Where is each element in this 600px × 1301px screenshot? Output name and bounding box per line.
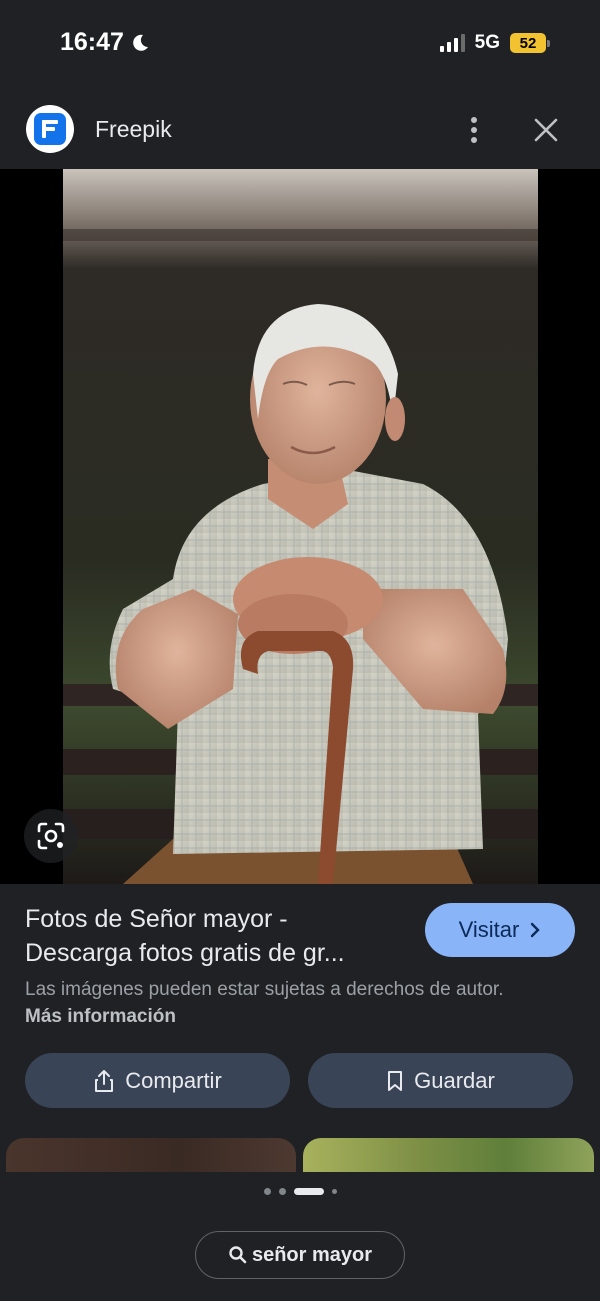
share-label: Compartir [125,1067,222,1093]
search-query: señor mayor [251,1243,373,1266]
result-photo[interactable] [63,169,538,884]
network-type: 5G [474,32,500,53]
bookmark-icon [388,1070,403,1091]
share-button[interactable]: Compartir [25,1053,290,1108]
copyright-notice: Las imágenes pueden estar sujetas a dere… [25,976,505,1030]
save-button[interactable]: Guardar [308,1053,573,1108]
pager-dot [331,1189,337,1194]
visit-button[interactable]: Visitar [425,903,575,957]
related-image-thumbnail[interactable] [6,1138,296,1174]
pager-dot [263,1188,271,1195]
battery-level: 52 [519,34,537,52]
pager-dots [0,1188,600,1195]
pager-dot [278,1188,286,1195]
result-title-line2: Descarga fotos gratis de gr... [25,939,345,967]
signal-icon [439,34,465,52]
google-lens-icon [37,822,65,850]
moon-icon [133,34,148,51]
status-time-group: 16:47 [60,28,150,57]
visit-label: Visitar [458,917,520,942]
status-bar: 16:47 5G 52 [0,0,600,90]
result-title[interactable]: Fotos de Señor mayor - Descarga fotos gr… [25,902,415,970]
search-icon [229,1246,247,1264]
more-info-link[interactable]: Más información [25,1006,176,1027]
pager-dot-active [293,1188,324,1195]
system-indicators: 5G 52 [439,32,550,54]
close-icon[interactable] [532,116,560,144]
save-label: Guardar [414,1067,495,1093]
chevron-right-icon [531,922,541,938]
search-query-chip[interactable]: señor mayor [195,1231,405,1279]
status-time: 16:47 [60,28,124,56]
freepik-logo-icon[interactable] [26,105,74,153]
share-icon [95,1069,114,1092]
related-image-thumbnail[interactable] [303,1138,594,1174]
more-vert-icon[interactable] [460,114,488,146]
battery-icon: 52 [510,33,550,53]
image-viewer [0,169,600,884]
site-name[interactable]: Freepik [95,116,172,143]
google-lens-button[interactable] [24,809,78,863]
source-header: Freepik [0,100,600,160]
copyright-text: Las imágenes pueden estar sujetas a dere… [25,979,504,1000]
result-title-line1: Fotos de Señor mayor - [25,905,288,933]
